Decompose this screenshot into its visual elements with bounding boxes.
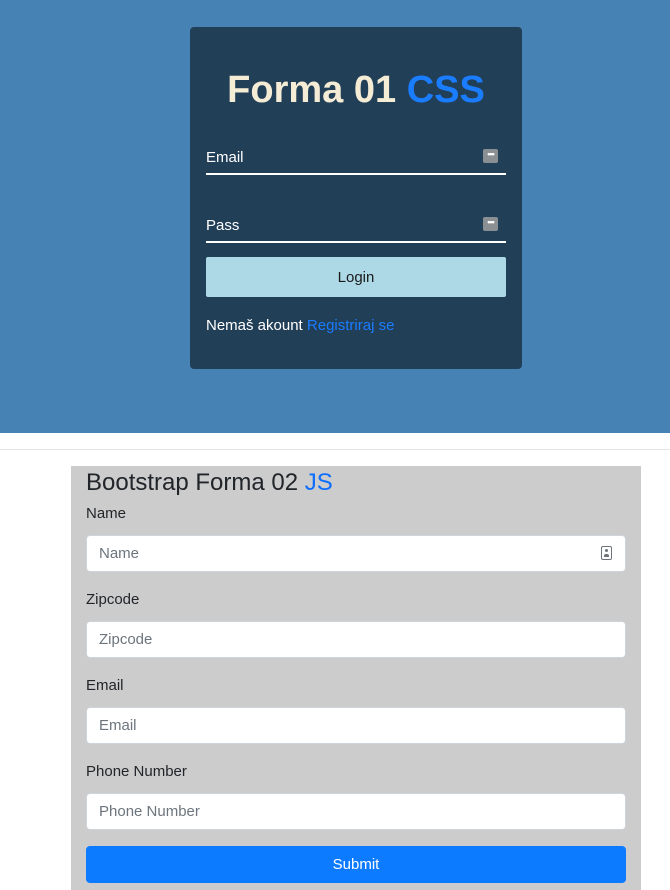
bootstrap-form-panel: Bootstrap Forma 02 JS Name Zipcode Email… [71, 466, 641, 890]
register-prompt: Nemaš akount Registriraj se [206, 317, 394, 334]
email-input[interactable] [86, 707, 626, 744]
login-title-accent: CSS [406, 69, 485, 111]
login-title: Forma 01 CSS [190, 71, 522, 109]
password-field[interactable]: Pass ••• [206, 217, 506, 243]
email-label: Email [86, 677, 124, 694]
bootstrap-form-title-accent: JS [304, 469, 333, 496]
login-title-main: Forma 01 [227, 69, 397, 111]
email-field[interactable]: Email ••• [206, 149, 506, 175]
zipcode-label: Zipcode [86, 591, 140, 608]
ellipsis-icon[interactable]: ••• [483, 217, 498, 231]
bootstrap-form-title: Bootstrap Forma 02 JS [86, 468, 333, 498]
phone-number-label: Phone Number [86, 763, 187, 780]
bootstrap-form-title-main: Bootstrap Forma 02 [86, 469, 299, 496]
name-input[interactable] [86, 535, 626, 572]
login-button[interactable]: Login [206, 257, 506, 297]
ellipsis-icon[interactable]: ••• [483, 149, 498, 163]
section-divider [0, 449, 670, 450]
password-field-label: Pass [206, 217, 240, 234]
zipcode-input[interactable] [86, 621, 626, 658]
email-field-label: Email [206, 149, 244, 166]
login-section: Forma 01 CSS Email ••• Pass ••• Login Ne… [0, 0, 670, 433]
phone-number-input[interactable] [86, 793, 626, 830]
name-label: Name [86, 505, 127, 522]
register-prompt-text: Nemaš akount [206, 317, 303, 334]
submit-button[interactable]: Submit [86, 846, 626, 883]
register-link[interactable]: Registriraj se [307, 317, 395, 334]
contact-card-icon[interactable] [601, 546, 612, 560]
login-card: Forma 01 CSS Email ••• Pass ••• Login Ne… [190, 27, 522, 369]
